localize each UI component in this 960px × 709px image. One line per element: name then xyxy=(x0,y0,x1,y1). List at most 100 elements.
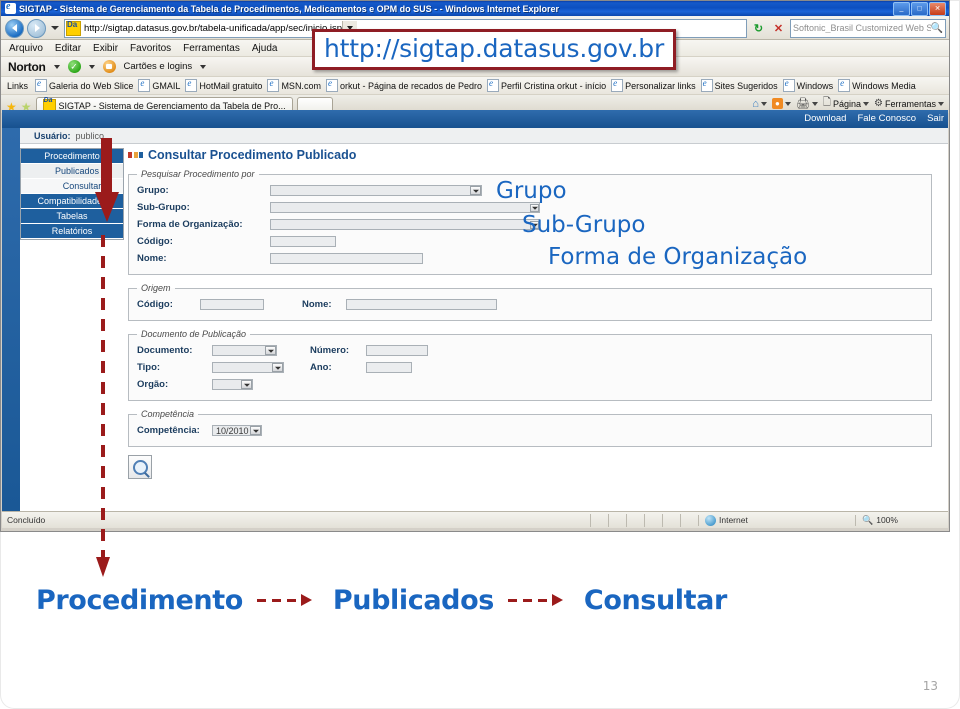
menu-editar[interactable]: Editar xyxy=(55,43,81,54)
zoom-control[interactable]: 🔍 100% xyxy=(855,514,948,526)
input-ano[interactable] xyxy=(366,362,412,373)
search-submit-button[interactable] xyxy=(128,455,152,479)
link-web-slice[interactable]: Galeria do Web Slice xyxy=(35,78,133,92)
link-orkut-recados[interactable]: orkut - Página de recados de Pedro xyxy=(325,78,482,92)
annotation-url-text: http://sigtap.datasus.gov.br xyxy=(324,34,665,63)
security-zone[interactable]: Internet xyxy=(698,514,855,526)
title-bullet-icon xyxy=(128,152,143,158)
printer-icon: 🖨 xyxy=(795,98,810,110)
norton-cards-icon[interactable] xyxy=(102,60,116,73)
link-windows[interactable]: Windows xyxy=(782,78,834,92)
home-icon: ⌂ xyxy=(752,97,759,110)
select-documento[interactable] xyxy=(212,345,277,356)
tools-caret-icon[interactable] xyxy=(938,101,944,106)
menu-favoritos[interactable]: Favoritos xyxy=(130,43,171,54)
flow-arrow-icon xyxy=(507,593,570,607)
menu-ajuda[interactable]: Ajuda xyxy=(252,43,278,54)
tools-menu-button[interactable]: ⚙ Ferramentas xyxy=(874,98,944,109)
label-numero: Número: xyxy=(310,345,350,356)
links-toolbar[interactable]: Links Galeria do Web Slice GMAIL HotMail… xyxy=(1,76,949,94)
link-gmail[interactable]: GMAIL xyxy=(138,78,180,92)
statusbar-cells xyxy=(590,513,698,527)
minimize-button[interactable]: _ xyxy=(893,1,910,16)
norton-logo: Norton xyxy=(8,59,46,74)
link-sites-sugeridos[interactable]: Sites Sugeridos xyxy=(700,78,778,92)
stop-icon[interactable]: ✕ xyxy=(770,20,787,37)
norton-cards-label[interactable]: Cartões e logins xyxy=(124,61,193,72)
menu-ferramentas[interactable]: Ferramentas xyxy=(183,43,240,54)
link-msn[interactable]: MSN.com xyxy=(267,78,321,92)
input-origem-nome[interactable] xyxy=(346,299,497,310)
chevron-down-icon[interactable] xyxy=(470,186,481,195)
chevron-down-icon[interactable] xyxy=(530,203,539,212)
field-row-orgao: Orgão: xyxy=(137,377,923,392)
window-title: SIGTAP - Sistema de Gerenciamento da Tab… xyxy=(19,3,560,14)
select-orgao[interactable] xyxy=(212,379,253,390)
link-windows-media[interactable]: Windows Media xyxy=(838,78,916,92)
maximize-button[interactable]: □ xyxy=(911,1,928,16)
link-personalizar[interactable]: Personalizar links xyxy=(611,78,696,92)
home-caret-icon[interactable] xyxy=(760,101,767,106)
select-competencia[interactable]: 10/2010 xyxy=(212,425,262,436)
select-tipo[interactable] xyxy=(212,362,284,373)
flow-step-procedimento: Procedimento xyxy=(36,585,243,616)
input-numero[interactable] xyxy=(366,345,428,356)
input-codigo[interactable] xyxy=(270,236,336,247)
page-topbar-links[interactable]: Download Fale Conosco Sair xyxy=(804,113,944,124)
back-button[interactable] xyxy=(5,18,24,38)
norton-status-icon[interactable] xyxy=(67,60,81,73)
field-row-tipo: Tipo: Ano: xyxy=(137,360,923,375)
forward-button[interactable] xyxy=(27,18,46,38)
home-button[interactable]: ⌂ xyxy=(752,98,767,110)
link-download[interactable]: Download xyxy=(804,113,846,124)
link-fale-conosco[interactable]: Fale Conosco xyxy=(857,113,916,124)
feeds-button[interactable]: ● xyxy=(771,98,791,109)
link-label: Windows xyxy=(796,80,834,91)
panel-pesquisar-legend: Pesquisar Procedimento por xyxy=(141,169,255,179)
security-zone-label: Internet xyxy=(719,515,748,525)
page-caret-icon[interactable] xyxy=(863,101,869,106)
chevron-down-icon[interactable] xyxy=(272,363,283,372)
select-forma-organizacao[interactable] xyxy=(270,219,540,230)
label-forma-organizacao: Forma de Organização: xyxy=(137,219,243,230)
flow-step-publicados: Publicados xyxy=(332,585,494,616)
feeds-caret-icon[interactable] xyxy=(784,101,791,106)
link-sair[interactable]: Sair xyxy=(927,113,944,124)
print-caret-icon[interactable] xyxy=(811,101,818,106)
select-grupo[interactable] xyxy=(270,185,482,196)
panel-competencia: Competência Competência: 10/2010 xyxy=(128,409,932,447)
norton-menu-caret-icon[interactable] xyxy=(53,64,60,69)
address-bar-text: http://sigtap.datasus.gov.br/tabela-unif… xyxy=(84,22,343,34)
chevron-down-icon[interactable] xyxy=(265,346,276,355)
link-label: MSN.com xyxy=(281,80,321,91)
field-row-documento: Documento: Número: xyxy=(137,343,923,358)
input-nome[interactable] xyxy=(270,253,423,264)
link-hotmail[interactable]: HotMail gratuito xyxy=(185,78,262,92)
menu-exibir[interactable]: Exibir xyxy=(93,43,118,54)
field-row-competencia: Competência: 10/2010 xyxy=(137,423,923,438)
history-dropdown-icon[interactable] xyxy=(51,26,59,30)
page-topbar: Download Fale Conosco Sair xyxy=(2,110,948,128)
window-controls[interactable]: _ □ ✕ xyxy=(893,1,946,16)
chevron-down-icon[interactable] xyxy=(250,426,261,435)
page-title: Consultar Procedimento Publicado xyxy=(128,148,938,162)
page-menu-label: Página xyxy=(832,98,861,109)
menu-arquivo[interactable]: Arquivo xyxy=(9,43,43,54)
input-origem-codigo[interactable] xyxy=(200,299,264,310)
annotation-forma-organizacao: Forma de Organização xyxy=(548,244,808,270)
status-text: Concluído xyxy=(7,515,46,525)
panel-documento-legend: Documento de Publicação xyxy=(141,329,247,339)
link-icon xyxy=(487,78,500,92)
search-input[interactable]: Softonic_Brasil Customized Web Search 🔍 xyxy=(790,18,946,38)
chevron-down-icon[interactable] xyxy=(241,380,252,389)
norton-status-caret-icon[interactable] xyxy=(88,64,95,69)
close-icon: ✕ xyxy=(934,5,941,12)
slide-page-number: 13 xyxy=(922,679,938,693)
browser-window: SIGTAP - Sistema de Gerenciamento da Tab… xyxy=(0,0,950,532)
print-button[interactable]: 🖨 xyxy=(796,97,818,110)
close-button[interactable]: ✕ xyxy=(929,1,946,16)
refresh-icon[interactable]: ↻ xyxy=(750,20,767,37)
norton-cards-caret-icon[interactable] xyxy=(200,64,207,69)
search-icon[interactable]: 🔍 xyxy=(931,23,943,34)
link-perfil-orkut[interactable]: Perfil Cristina orkut - início xyxy=(487,78,606,92)
